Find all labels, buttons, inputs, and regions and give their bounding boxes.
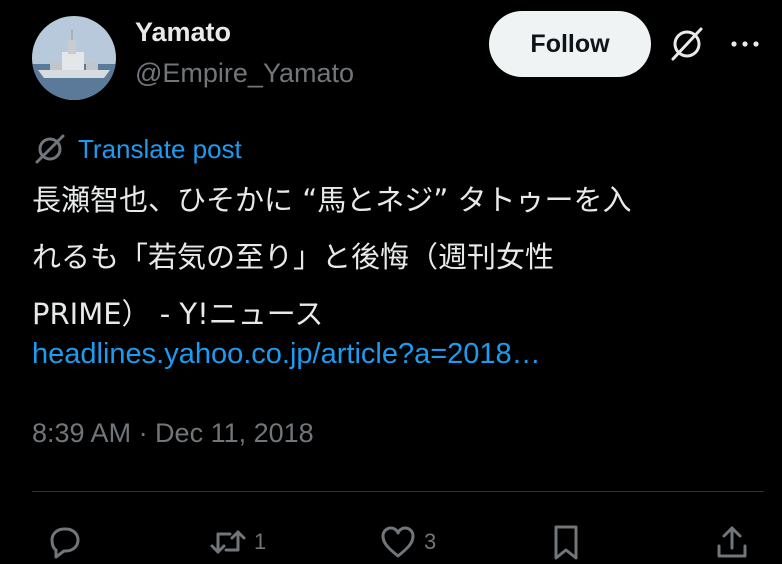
reply-button[interactable] bbox=[44, 520, 90, 564]
display-name[interactable]: Yamato bbox=[135, 16, 231, 48]
follow-button[interactable]: Follow bbox=[489, 11, 651, 77]
battleship-avatar-icon bbox=[32, 16, 116, 100]
user-handle[interactable]: @Empire_Yamato bbox=[135, 57, 354, 89]
grok-translate-icon bbox=[35, 134, 65, 164]
like-button[interactable]: 3 bbox=[378, 520, 436, 564]
share-button[interactable] bbox=[712, 520, 752, 564]
bookmark-icon bbox=[554, 525, 578, 560]
post-text-line: れるも「若気の至り」と後悔（週刊女性 bbox=[32, 240, 555, 274]
grok-icon[interactable] bbox=[667, 24, 707, 64]
share-icon bbox=[717, 526, 747, 558]
translate-post-label: Translate post bbox=[78, 133, 242, 164]
reply-icon bbox=[50, 527, 80, 559]
translate-post-link[interactable]: Translate post bbox=[32, 131, 242, 167]
post-text: 長瀬智也、ひそかに “馬とネジ” タトゥーを入 れるも「若気の至り」と後悔（週刊… bbox=[32, 172, 762, 343]
article-link[interactable]: headlines.yahoo.co.jp/article?a=2018… bbox=[32, 326, 541, 383]
repost-button[interactable]: 1 bbox=[208, 520, 266, 564]
bookmark-button[interactable] bbox=[546, 520, 586, 564]
avatar[interactable] bbox=[32, 16, 116, 100]
post-timestamp[interactable]: 8:39 AM · Dec 11, 2018 bbox=[32, 413, 314, 453]
heart-icon bbox=[381, 526, 415, 558]
more-options-icon[interactable] bbox=[725, 29, 765, 59]
repost-count: 1 bbox=[254, 529, 267, 554]
repost-icon bbox=[210, 530, 246, 554]
post-text-line: 長瀬智也、ひそかに “馬とネジ” タトゥーを入 bbox=[32, 183, 632, 217]
like-count: 3 bbox=[424, 529, 437, 554]
divider bbox=[32, 491, 764, 492]
